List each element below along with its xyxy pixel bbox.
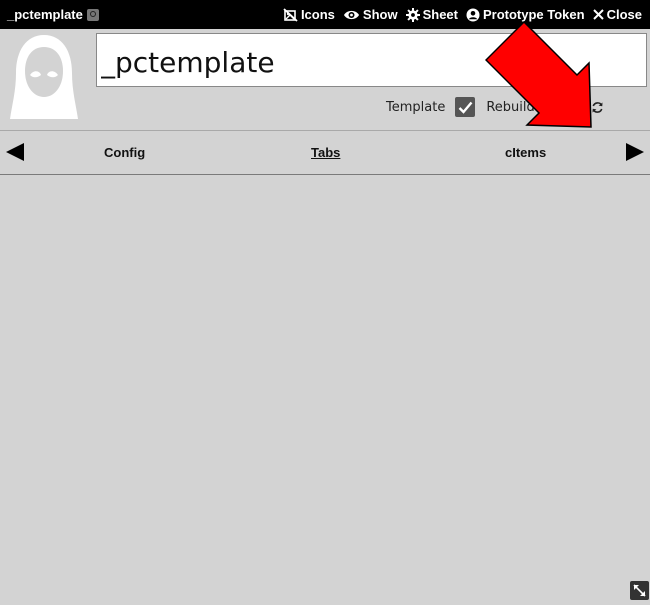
refresh-icon xyxy=(592,101,603,113)
document-id-icon[interactable] xyxy=(86,8,99,21)
window-controls: Icons Show Sheet Prototype Token Close xyxy=(283,7,642,22)
tab-tabs[interactable]: Tabs xyxy=(311,145,340,160)
window-header: _pctemplate Icons Show Sheet Prototype T… xyxy=(0,0,650,29)
icons-toggle-button[interactable]: Icons xyxy=(283,7,335,22)
checkmark-icon xyxy=(458,101,473,114)
triangle-right-icon xyxy=(626,143,644,161)
resize-arrows-icon xyxy=(633,584,646,597)
show-label: Show xyxy=(362,7,398,22)
sheet-body xyxy=(0,175,650,600)
sheet-config-button[interactable]: Sheet xyxy=(405,7,458,22)
no-image-icon xyxy=(283,7,298,22)
rebuild-sheet-button[interactable] xyxy=(591,101,604,114)
show-button[interactable]: Show xyxy=(343,7,398,22)
tab-scroll-left-button[interactable] xyxy=(5,142,25,167)
close-button[interactable]: Close xyxy=(592,7,642,22)
hooded-figure-icon xyxy=(10,35,78,119)
template-controls: Template Rebuild Sheet xyxy=(386,96,604,118)
actor-portrait[interactable] xyxy=(8,33,80,121)
tab-config[interactable]: Config xyxy=(104,145,145,160)
template-label: Template xyxy=(386,99,446,115)
window-resize-handle[interactable] xyxy=(630,581,649,600)
prototype-token-button[interactable]: Prototype Token xyxy=(466,7,585,22)
tab-citems[interactable]: cItems xyxy=(505,145,546,160)
rebuild-sheet-label: Rebuild Sheet xyxy=(486,99,577,115)
window-title: _pctemplate xyxy=(7,7,99,22)
window-title-text: _pctemplate xyxy=(7,7,83,22)
user-circle-icon xyxy=(466,8,480,21)
close-icon xyxy=(592,9,604,20)
prototype-token-label: Prototype Token xyxy=(482,7,585,22)
actor-name-input[interactable] xyxy=(96,33,647,87)
template-checkbox[interactable] xyxy=(455,97,476,117)
eye-icon xyxy=(343,10,359,19)
close-label: Close xyxy=(606,7,642,22)
triangle-left-icon xyxy=(6,143,24,161)
gear-icon xyxy=(405,7,420,22)
tab-scroll-right-button[interactable] xyxy=(625,142,645,167)
icons-label: Icons xyxy=(300,7,335,22)
sheet-label: Sheet xyxy=(422,7,458,22)
tab-strip: Config Tabs cItems xyxy=(0,131,650,174)
